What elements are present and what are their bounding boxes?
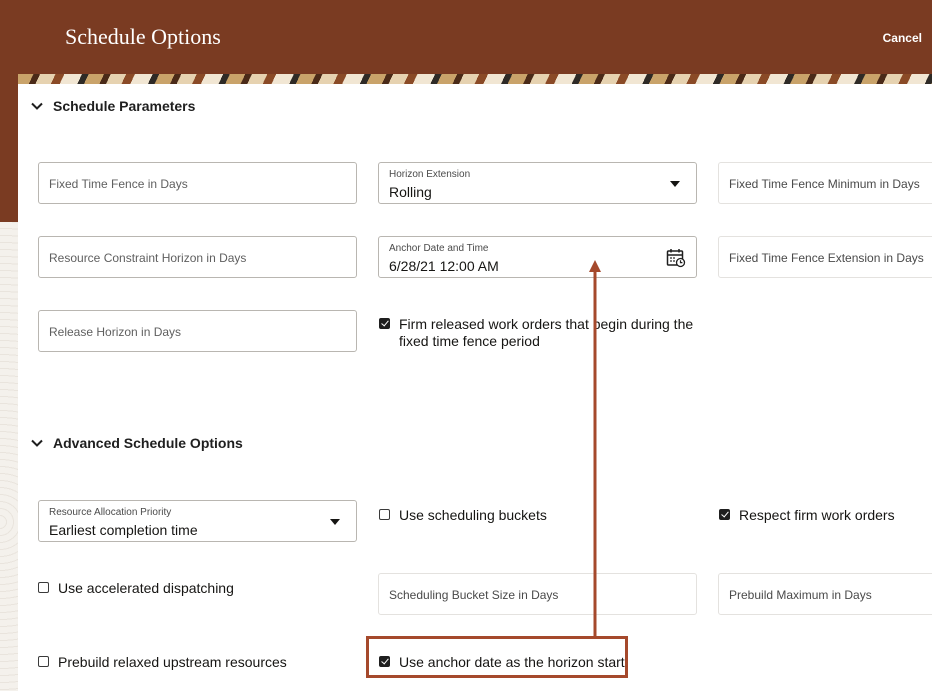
cancel-button[interactable]: Cancel <box>883 31 922 45</box>
background-pattern <box>0 222 18 691</box>
decorative-band <box>18 74 932 84</box>
use-scheduling-buckets-checkbox[interactable]: Use scheduling buckets <box>379 507 547 524</box>
field-placeholder: Fixed Time Fence Minimum in Days <box>729 177 920 191</box>
field-value: Earliest completion time <box>49 522 198 538</box>
field-placeholder: Scheduling Bucket Size in Days <box>389 588 559 602</box>
field-label: Resource Allocation Priority <box>49 507 172 518</box>
field-label: Anchor Date and Time <box>389 243 489 254</box>
release-horizon-field[interactable]: Release Horizon in Days <box>38 310 357 352</box>
field-value: Rolling <box>389 184 432 200</box>
fixed-time-fence-minimum-field[interactable]: Fixed Time Fence Minimum in Days <box>718 162 932 204</box>
checkbox-label: Firm released work orders that begin dur… <box>399 316 694 349</box>
fixed-time-fence-extension-field[interactable]: Fixed Time Fence Extension in Days <box>718 236 932 278</box>
respect-firm-work-orders-checkbox[interactable]: Respect firm work orders <box>719 507 895 524</box>
annotation-highlight-box <box>366 636 628 678</box>
caret-down-icon[interactable] <box>670 181 680 187</box>
horizon-extension-select[interactable]: Horizon Extension Rolling <box>378 162 697 204</box>
checkbox-checked-icon[interactable] <box>719 509 730 520</box>
field-placeholder: Release Horizon in Days <box>49 325 182 339</box>
field-value: 6/28/21 12:00 AM <box>389 258 499 274</box>
dialog-header: Schedule Options Cancel <box>18 0 932 74</box>
checkbox-label: Use accelerated dispatching <box>58 580 234 596</box>
calendar-icon[interactable] <box>666 248 686 268</box>
field-placeholder: Resource Constraint Horizon in Days <box>49 251 247 265</box>
anchor-date-field[interactable]: Anchor Date and Time 6/28/21 12:00 AM <box>378 236 697 278</box>
checkbox-unchecked-icon[interactable] <box>38 656 49 667</box>
checkbox-unchecked-icon[interactable] <box>38 582 49 593</box>
resource-allocation-priority-select[interactable]: Resource Allocation Priority Earliest co… <box>38 500 357 542</box>
prebuild-relaxed-checkbox[interactable]: Prebuild relaxed upstream resources <box>38 654 287 671</box>
accelerated-dispatching-checkbox[interactable]: Use accelerated dispatching <box>38 580 234 597</box>
checkbox-checked-icon[interactable] <box>379 318 390 329</box>
checkbox-label: Respect firm work orders <box>739 507 895 523</box>
firm-released-checkbox[interactable]: Firm released work orders that begin dur… <box>379 316 693 350</box>
prebuild-maximum-field[interactable]: Prebuild Maximum in Days <box>718 573 932 615</box>
field-placeholder: Prebuild Maximum in Days <box>729 588 872 602</box>
section-schedule-parameters[interactable]: Schedule Parameters <box>30 98 195 114</box>
section-advanced-schedule-options[interactable]: Advanced Schedule Options <box>30 435 243 451</box>
dialog-title: Schedule Options <box>65 24 221 49</box>
field-label: Horizon Extension <box>389 169 471 180</box>
section-title: Schedule Parameters <box>53 98 196 114</box>
chevron-down-icon <box>31 439 43 447</box>
chevron-down-icon <box>31 102 43 110</box>
schedule-options-dialog: Schedule Options Cancel Schedule Paramet… <box>18 0 932 691</box>
background-brand-strip <box>0 0 18 222</box>
section-title: Advanced Schedule Options <box>53 435 243 451</box>
caret-down-icon[interactable] <box>330 519 340 525</box>
checkbox-unchecked-icon[interactable] <box>379 509 390 520</box>
checkbox-label: Prebuild relaxed upstream resources <box>58 654 287 670</box>
scheduling-bucket-size-field[interactable]: Scheduling Bucket Size in Days <box>378 573 697 615</box>
checkbox-label: Use scheduling buckets <box>399 507 547 523</box>
field-placeholder: Fixed Time Fence Extension in Days <box>729 251 924 265</box>
resource-constraint-horizon-field[interactable]: Resource Constraint Horizon in Days <box>38 236 357 278</box>
field-placeholder: Fixed Time Fence in Days <box>49 177 188 191</box>
fixed-time-fence-field[interactable]: Fixed Time Fence in Days <box>38 162 357 204</box>
